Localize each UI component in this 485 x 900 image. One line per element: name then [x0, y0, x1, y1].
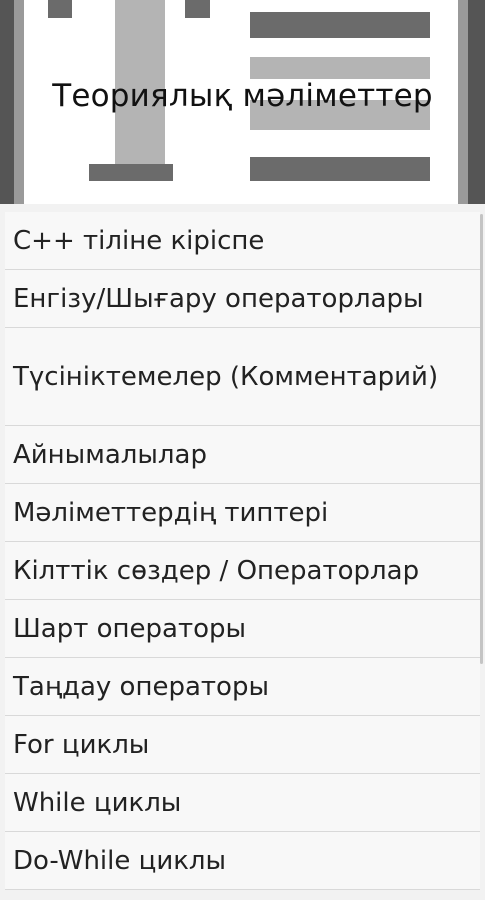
- list-item-label: Do-While циклы: [13, 845, 227, 876]
- list-item-label: Таңдау операторы: [13, 671, 269, 702]
- page-title: Теориялық мәліметтер: [52, 78, 433, 114]
- topic-list: С++ тіліне кіріспе Енгізу/Шығару операто…: [0, 212, 485, 890]
- list-item[interactable]: Мәліметтердің типтері: [5, 484, 480, 542]
- list-item-label: Айнымалылар: [13, 439, 207, 470]
- list-item[interactable]: Енгізу/Шығару операторлары: [5, 270, 480, 328]
- list-item[interactable]: Do-While циклы: [5, 832, 480, 890]
- list-item-label: С++ тіліне кіріспе: [13, 225, 265, 256]
- list-item-label: Енгізу/Шығару операторлары: [13, 283, 424, 314]
- list-item[interactable]: Таңдау операторы: [5, 658, 480, 716]
- list-item-label: For циклы: [13, 729, 150, 760]
- list-item[interactable]: While циклы: [5, 774, 480, 832]
- list-item-label: Мәліметтердің типтері: [13, 497, 329, 528]
- list-item[interactable]: С++ тіліне кіріспе: [5, 212, 480, 270]
- header-banner: Теориялық мәліметтер: [0, 0, 485, 204]
- list-item-label: Шарт операторы: [13, 613, 247, 644]
- list-item[interactable]: Айнымалылар: [5, 426, 480, 484]
- list-item[interactable]: Кілттік сөздер / Операторлар: [5, 542, 480, 600]
- scrollbar[interactable]: [480, 214, 483, 664]
- list-item-label: Түсініктемелер (Комментарий): [13, 361, 439, 392]
- app-screen: Теориялық мәліметтер С++ тіліне кіріспе …: [0, 0, 485, 900]
- list-item[interactable]: Шарт операторы: [5, 600, 480, 658]
- list-item-label: Кілттік сөздер / Операторлар: [13, 555, 420, 586]
- list-item[interactable]: Түсініктемелер (Комментарий): [5, 328, 480, 426]
- list-item[interactable]: For циклы: [5, 716, 480, 774]
- list-item-label: While циклы: [13, 787, 182, 818]
